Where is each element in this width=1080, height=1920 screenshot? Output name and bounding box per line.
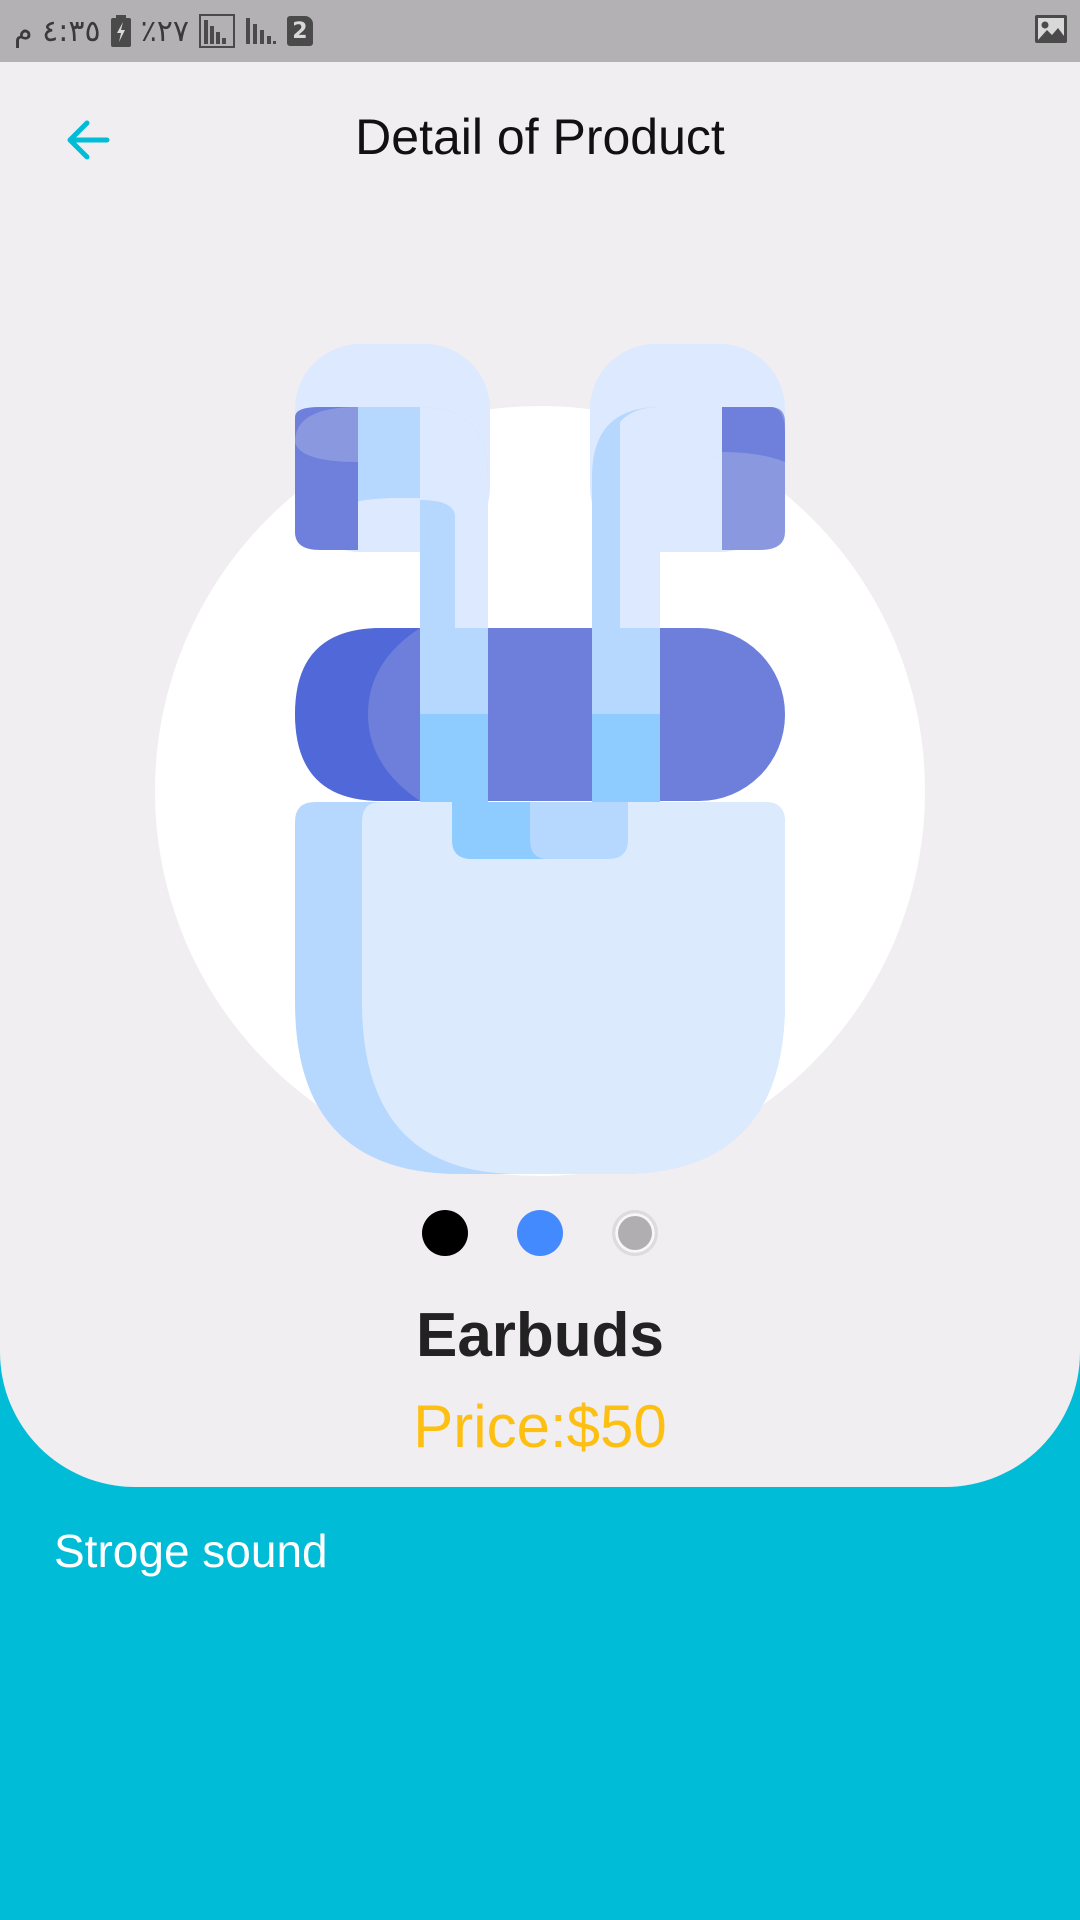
status-right-group	[1034, 0, 1068, 62]
status-bar: ٤:٣٥ م ٪٢٧ 2	[0, 0, 1080, 62]
battery-charging-icon	[110, 15, 131, 47]
battery-percent: ٪٢٧	[140, 13, 189, 49]
earbuds-image	[155, 344, 925, 1176]
product-description: Stroge sound	[54, 1525, 328, 1577]
signal-icon	[198, 14, 235, 48]
color-option-black[interactable]	[422, 1210, 468, 1256]
product-price: Price:$50	[413, 1393, 667, 1460]
app-bar: Detail of Product	[0, 62, 1080, 212]
signal-icon-2	[245, 14, 277, 48]
color-option-blue[interactable]	[517, 1210, 563, 1256]
image-notification-icon	[1034, 14, 1068, 49]
product-card: Detail of Product Earbuds Price:$50	[0, 62, 1080, 1487]
color-options	[0, 1210, 1080, 1256]
color-option-gray[interactable]	[612, 1210, 658, 1256]
sim-card-icon: 2	[286, 16, 313, 46]
clock: ٤:٣٥ م	[14, 13, 101, 49]
page-title: Detail of Product	[355, 109, 725, 165]
status-left-group: ٤:٣٥ م ٪٢٧ 2	[14, 0, 313, 62]
product-name: Earbuds	[415, 1301, 665, 1370]
